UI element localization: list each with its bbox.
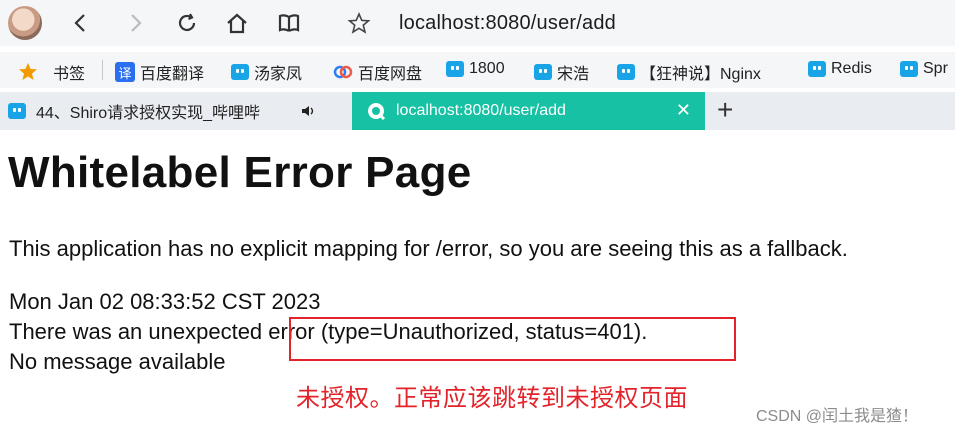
forward-button[interactable] (120, 8, 150, 38)
new-tab-button[interactable]: + (717, 94, 733, 126)
bilibili-icon (534, 64, 552, 80)
bookmark-item[interactable]: 汤家凤 (231, 60, 302, 84)
bookmark-label: 百度网盘 (358, 66, 423, 83)
tab-bilibili[interactable]: 44、Shiro请求授权实现_哔哩哔 (0, 92, 340, 130)
reload-button[interactable] (172, 8, 202, 38)
bookmarks-bar: 书签 译 百度翻译 汤家凤 百度网盘 1800 宋浩 【狂神说】Nginx Re… (0, 52, 955, 88)
browser-toolbar: localhost:8080/user/add (0, 0, 955, 46)
translate-icon: 译 (115, 62, 135, 82)
bookmark-item[interactable]: Spr (900, 60, 948, 78)
bilibili-icon (900, 61, 918, 77)
bookmark-label: 宋浩 (557, 66, 590, 83)
reload-icon (178, 13, 196, 32)
tab-label: localhost:8080/user/add (396, 102, 566, 119)
home-button[interactable] (222, 8, 252, 38)
bilibili-icon (808, 61, 826, 77)
page-title: Whitelabel Error Page (8, 148, 472, 197)
profile-avatar[interactable] (8, 6, 42, 40)
home-icon (227, 13, 247, 34)
browser-logo-icon (368, 103, 386, 121)
bookmark-label: 百度翻译 (140, 66, 205, 83)
error-prefix: There was an unexpected (9, 319, 269, 344)
back-arrow-icon (74, 14, 85, 32)
error-message: No message available (9, 349, 226, 374)
bookmark-item[interactable]: 译 百度翻译 (115, 60, 204, 84)
reading-mode-button[interactable] (274, 8, 304, 38)
bilibili-icon (446, 61, 464, 77)
baidu-pan-icon (333, 65, 353, 79)
highlight-box (289, 317, 736, 361)
bilibili-icon (617, 64, 635, 80)
tab-strip: 44、Shiro请求授权实现_哔哩哔 localhost:8080/user/a… (0, 92, 955, 130)
bilibili-icon (231, 64, 249, 80)
bookmark-item[interactable]: 百度网盘 (333, 60, 422, 84)
watermark: CSDN @闰土我是猹！ (756, 408, 919, 425)
bookmark-item[interactable]: Redis (808, 60, 872, 78)
close-icon[interactable]: ✕ (676, 100, 691, 121)
bookmark-label: Redis (831, 60, 872, 77)
tab-localhost[interactable]: localhost:8080/user/add ✕ (352, 92, 705, 130)
back-button[interactable] (66, 8, 96, 38)
bookmark-label: 1800 (469, 60, 505, 77)
bookmark-item[interactable]: 【狂神说】Nginx (617, 60, 790, 84)
tab-label: 44、Shiro请求授权实现_哔哩哔 (36, 105, 261, 122)
bookmark-item[interactable]: 书签 (18, 60, 85, 84)
bilibili-icon (8, 103, 26, 119)
address-bar[interactable]: localhost:8080/user/add (335, 6, 955, 40)
bookmark-item[interactable]: 宋浩 (534, 60, 589, 84)
bookmark-separator (102, 60, 103, 80)
star-icon (19, 63, 37, 80)
bookmark-label: Spr (923, 60, 948, 77)
star-outline-icon[interactable] (347, 12, 371, 34)
book-icon (278, 14, 300, 32)
bookmark-label: 书签 (53, 66, 86, 83)
fallback-text: This application has no explicit mapping… (9, 236, 848, 261)
forward-arrow-icon (131, 14, 142, 32)
annotation-note: 未授权。正常应该跳转到未授权页面 (296, 385, 688, 412)
bookmark-label: 【狂神说】Nginx (640, 66, 761, 83)
speaker-icon[interactable] (300, 104, 316, 118)
bookmark-item[interactable]: 1800 (446, 60, 505, 78)
url-text[interactable]: localhost:8080/user/add (399, 12, 616, 35)
timestamp: Mon Jan 02 08:33:52 CST 2023 (9, 289, 321, 314)
bookmark-label: 汤家凤 (254, 66, 303, 83)
